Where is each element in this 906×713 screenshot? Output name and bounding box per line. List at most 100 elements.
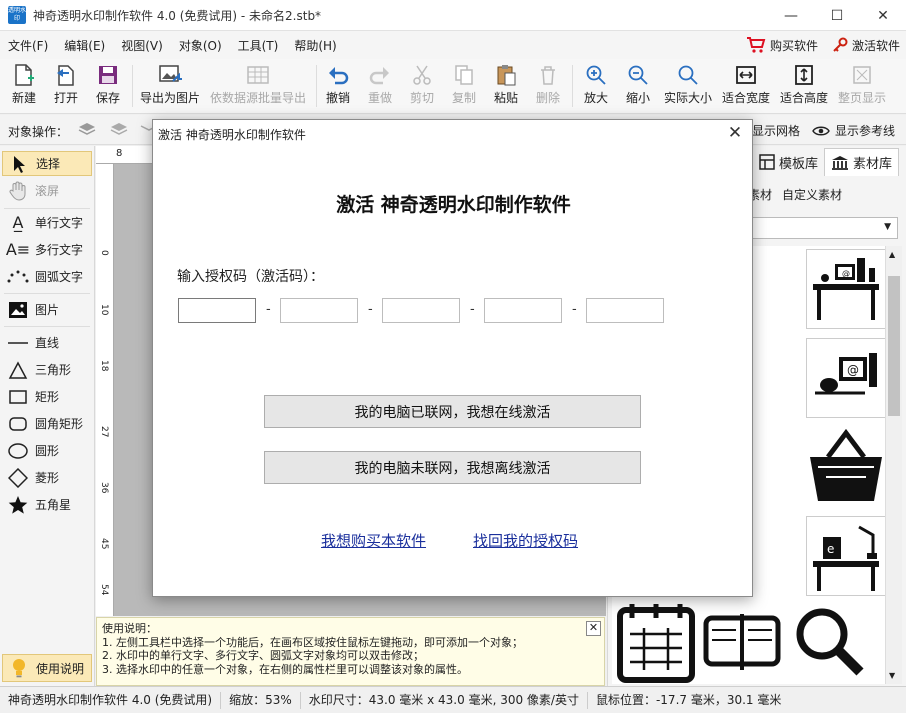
material-thumb-desk-computer[interactable]: @ bbox=[806, 249, 886, 329]
close-window-button[interactable]: ✕ bbox=[860, 0, 906, 31]
zoom-out-button[interactable]: 缩小 bbox=[622, 61, 654, 111]
ruler-horizontal: 8 bbox=[96, 146, 156, 164]
material-category-select[interactable]: ▼ bbox=[748, 217, 898, 239]
cart-icon bbox=[746, 37, 766, 53]
redo-icon bbox=[369, 67, 389, 85]
activation-code-part-4[interactable] bbox=[484, 298, 562, 323]
layer-up-icon[interactable] bbox=[78, 122, 96, 136]
zoom-in-button[interactable]: 放大 bbox=[580, 61, 612, 111]
tool-arc-text[interactable]: 圆弧文字 bbox=[2, 264, 92, 289]
circle-icon bbox=[8, 442, 28, 459]
dialog-heading: 激活 神奇透明水印制作软件 bbox=[336, 194, 571, 216]
menu-edit[interactable]: 编辑(E) bbox=[56, 37, 113, 54]
maximize-button[interactable]: ☐ bbox=[814, 0, 860, 31]
rounded-rectangle-icon bbox=[9, 416, 27, 431]
undo-icon bbox=[329, 67, 349, 85]
buy-software-link[interactable]: 我想购买本软件 bbox=[321, 530, 426, 551]
save-button[interactable]: 保存 bbox=[92, 61, 124, 111]
offline-activate-button[interactable]: 我的电脑未联网，我想离线激活 bbox=[264, 451, 641, 484]
material-thumb-magnifier[interactable] bbox=[788, 600, 868, 680]
save-label: 保存 bbox=[95, 91, 120, 105]
ruler-mark: 27 bbox=[99, 426, 109, 438]
tool-multi-text-label: 多行文字 bbox=[35, 243, 84, 257]
status-watermark-size: 水印尺寸：43.0 毫米 x 43.0 毫米, 300 像素/英寸 bbox=[301, 691, 588, 709]
status-app: 神奇透明水印制作软件 4.0 (免费试用) bbox=[0, 691, 222, 709]
material-thumb-calendar[interactable] bbox=[616, 600, 696, 683]
show-guides-label[interactable]: 显示参考线 bbox=[835, 122, 895, 139]
tool-image-label: 图片 bbox=[35, 303, 60, 317]
tool-round-rect[interactable]: 圆角矩形 bbox=[2, 411, 92, 436]
activation-code-part-2[interactable] bbox=[280, 298, 358, 323]
tool-triangle[interactable]: 三角形 bbox=[2, 357, 92, 382]
recover-code-link[interactable]: 找回我的授权码 bbox=[473, 530, 578, 551]
undo-label: 撤销 bbox=[325, 91, 350, 105]
cut-label: 剪切 bbox=[409, 91, 434, 105]
tool-select[interactable]: 选择 bbox=[2, 151, 92, 176]
tool-multi-text[interactable]: A≡ 多行文字 bbox=[2, 237, 92, 262]
material-thumb-desk-lamp[interactable]: e bbox=[806, 516, 886, 596]
svg-text:e: e bbox=[827, 542, 834, 556]
tab-materials-label: 素材库 bbox=[853, 157, 893, 172]
menu-object[interactable]: 对象(O) bbox=[171, 37, 230, 54]
scroll-up-icon[interactable]: ▲ bbox=[889, 250, 895, 259]
tool-diamond[interactable]: 菱形 bbox=[2, 465, 92, 490]
activate-software-button[interactable]: 激活软件 bbox=[832, 37, 900, 54]
gallery-scrollbar-thumb[interactable] bbox=[888, 276, 900, 416]
menu-help[interactable]: 帮助(H) bbox=[286, 37, 344, 54]
tool-circle[interactable]: 圆形 bbox=[2, 438, 92, 463]
help-button[interactable]: 使用说明 bbox=[2, 654, 92, 682]
new-button[interactable]: 新建 bbox=[8, 61, 40, 111]
batch-export-button[interactable]: 依数据源批量导出 bbox=[206, 61, 310, 111]
online-activate-button[interactable]: 我的电脑已联网，我想在线激活 bbox=[264, 395, 641, 428]
fit-width-button[interactable]: 适合宽度 bbox=[720, 61, 772, 111]
material-thumb-basket[interactable] bbox=[806, 427, 886, 507]
subtab-custom-material[interactable]: 自定义素材 bbox=[782, 186, 842, 203]
fit-height-button[interactable]: 适合高度 bbox=[778, 61, 830, 111]
full-page-button[interactable]: 整页显示 bbox=[836, 61, 888, 111]
tool-scroll[interactable]: 滚屏 bbox=[2, 178, 92, 203]
show-grid-label[interactable]: 显示网格 bbox=[752, 122, 800, 139]
tool-line[interactable]: 直线 bbox=[2, 330, 92, 355]
redo-label: 重做 bbox=[367, 91, 392, 105]
tool-star[interactable]: 五角星 bbox=[2, 492, 92, 517]
activation-code-part-5[interactable] bbox=[586, 298, 664, 323]
menu-view[interactable]: 视图(V) bbox=[113, 37, 171, 54]
status-bar: 神奇透明水印制作软件 4.0 (免费试用) 缩放：53% 水印尺寸：43.0 毫… bbox=[0, 686, 906, 713]
tab-materials[interactable]: 素材库 bbox=[824, 148, 900, 176]
open-button[interactable]: 打开 bbox=[50, 61, 82, 111]
gallery-scrollbar[interactable]: ▲ ▼ bbox=[885, 246, 902, 684]
fit-height-icon bbox=[795, 65, 813, 85]
layer-down-icon[interactable] bbox=[110, 122, 128, 136]
copy-button[interactable]: 复制 bbox=[448, 61, 480, 111]
delete-button[interactable]: 删除 bbox=[532, 61, 564, 111]
tool-single-text[interactable]: A̲ 单行文字 bbox=[2, 210, 92, 235]
material-thumb-notebook[interactable] bbox=[702, 600, 782, 680]
svg-text:@: @ bbox=[842, 269, 850, 278]
tool-image[interactable]: 图片 bbox=[2, 297, 92, 322]
buy-software-button[interactable]: 购买软件 bbox=[746, 36, 818, 54]
template-grid-icon bbox=[759, 154, 775, 170]
help-title: 使用说明： bbox=[102, 622, 157, 635]
menu-tools[interactable]: 工具(T) bbox=[230, 37, 287, 54]
tool-rect[interactable]: 矩形 bbox=[2, 384, 92, 409]
line-icon bbox=[8, 341, 28, 344]
ruler-mark: 10 bbox=[99, 304, 109, 316]
code-separator: - bbox=[368, 302, 373, 317]
scroll-down-icon[interactable]: ▼ bbox=[889, 671, 895, 680]
code-separator: - bbox=[572, 302, 577, 317]
actual-size-button[interactable]: 实际大小 bbox=[662, 61, 714, 111]
paste-button[interactable]: 粘贴 bbox=[490, 61, 522, 111]
activation-code-part-1[interactable] bbox=[178, 298, 256, 323]
help-line: 1. 左侧工具栏中选择一个功能后，在画布区域按住鼠标左键拖动，即可添加一个对象； bbox=[102, 635, 523, 649]
menu-file[interactable]: 文件(F) bbox=[0, 37, 56, 54]
material-thumb-computer-mouse[interactable]: @ bbox=[806, 338, 886, 418]
cut-button[interactable]: 剪切 bbox=[406, 61, 438, 111]
redo-button[interactable]: 重做 bbox=[364, 61, 396, 111]
activation-code-part-3[interactable] bbox=[382, 298, 460, 323]
minimize-button[interactable]: — bbox=[768, 0, 814, 31]
undo-button[interactable]: 撤销 bbox=[322, 61, 354, 111]
dialog-close-button[interactable]: ✕ bbox=[724, 122, 746, 144]
help-close-button[interactable]: ✕ bbox=[586, 621, 601, 636]
tab-templates[interactable]: 模板库 bbox=[753, 148, 824, 176]
export-image-button[interactable]: 导出为图片 bbox=[138, 61, 202, 111]
